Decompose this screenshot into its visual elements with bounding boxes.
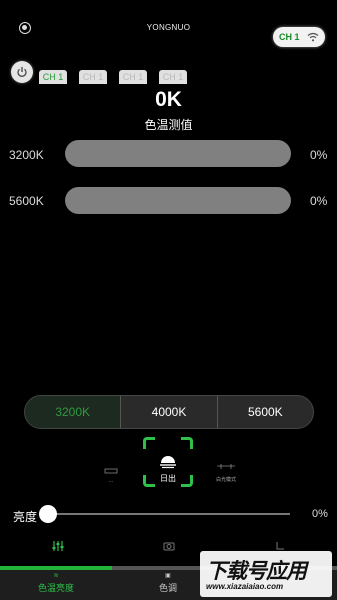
brightness-slider[interactable] [48, 513, 290, 515]
color-temp-value: 0K [155, 88, 182, 111]
watermark-main: 下载号应用 [206, 560, 307, 583]
channel-tab-1[interactable]: CH 1 [39, 70, 67, 84]
color-temp-label: 色温测值 [144, 118, 193, 132]
channel-pill-label: CH 1 [279, 32, 300, 42]
level-3200-percent: 0% [310, 148, 328, 162]
preset-4000[interactable]: 4000K [121, 396, 218, 428]
wifi-icon [307, 32, 319, 42]
sunrise-label: 日出 [160, 474, 176, 483]
power-icon [17, 67, 27, 77]
channel-tab-4[interactable]: CH 1 [159, 70, 187, 84]
level-5600-percent: 0% [310, 194, 328, 208]
watermark-url: www.xiazaiaiao.com [206, 582, 284, 591]
sunrise-icon [160, 456, 176, 469]
tab-hue-label: 色调 [158, 583, 177, 593]
nav-active-indicator [0, 566, 112, 570]
brightness-slider-handle[interactable] [39, 505, 57, 523]
level-3200-bar[interactable] [65, 140, 291, 167]
corner-icon[interactable] [275, 541, 285, 551]
film-icon [104, 468, 118, 474]
preset-5600[interactable]: 5600K [218, 396, 313, 428]
level-5600-bar[interactable] [65, 187, 291, 214]
level-5600-label: 5600K [9, 194, 44, 208]
preset-3200[interactable]: 3200K [25, 396, 122, 428]
brightness-label: 亮度 [13, 510, 38, 524]
watermark: 下载号应用 www.xiazaiaiao.com [200, 551, 332, 597]
channel-tab-3[interactable]: CH 1 [119, 70, 147, 84]
scene-right-button[interactable]: 白光模式 [215, 458, 237, 483]
level-3200-label: 3200K [9, 148, 44, 162]
brightness-percent: 0% [312, 508, 328, 520]
camera-icon[interactable] [163, 541, 175, 551]
power-button[interactable] [11, 61, 33, 83]
tab-color-temp-label: 色温亮度 [37, 583, 74, 593]
tab-color-temp[interactable]: ≋ 色温亮度 [0, 572, 112, 594]
scene-left-button[interactable]: ··· [104, 461, 118, 485]
tab-color-temp-icon: ≋ [53, 573, 59, 579]
sunrise-button[interactable]: 日出 [143, 437, 193, 487]
scene-left-label: ··· [108, 479, 114, 485]
channel-tab-2[interactable]: CH 1 [79, 70, 107, 84]
scene-right-label: 白光模式 [215, 477, 236, 483]
sliders-icon[interactable] [52, 541, 64, 551]
preset-selector: 3200K 4000K 5600K [24, 395, 314, 429]
channel-pill[interactable]: CH 1 [273, 27, 325, 47]
light-mode-icon [217, 464, 235, 469]
